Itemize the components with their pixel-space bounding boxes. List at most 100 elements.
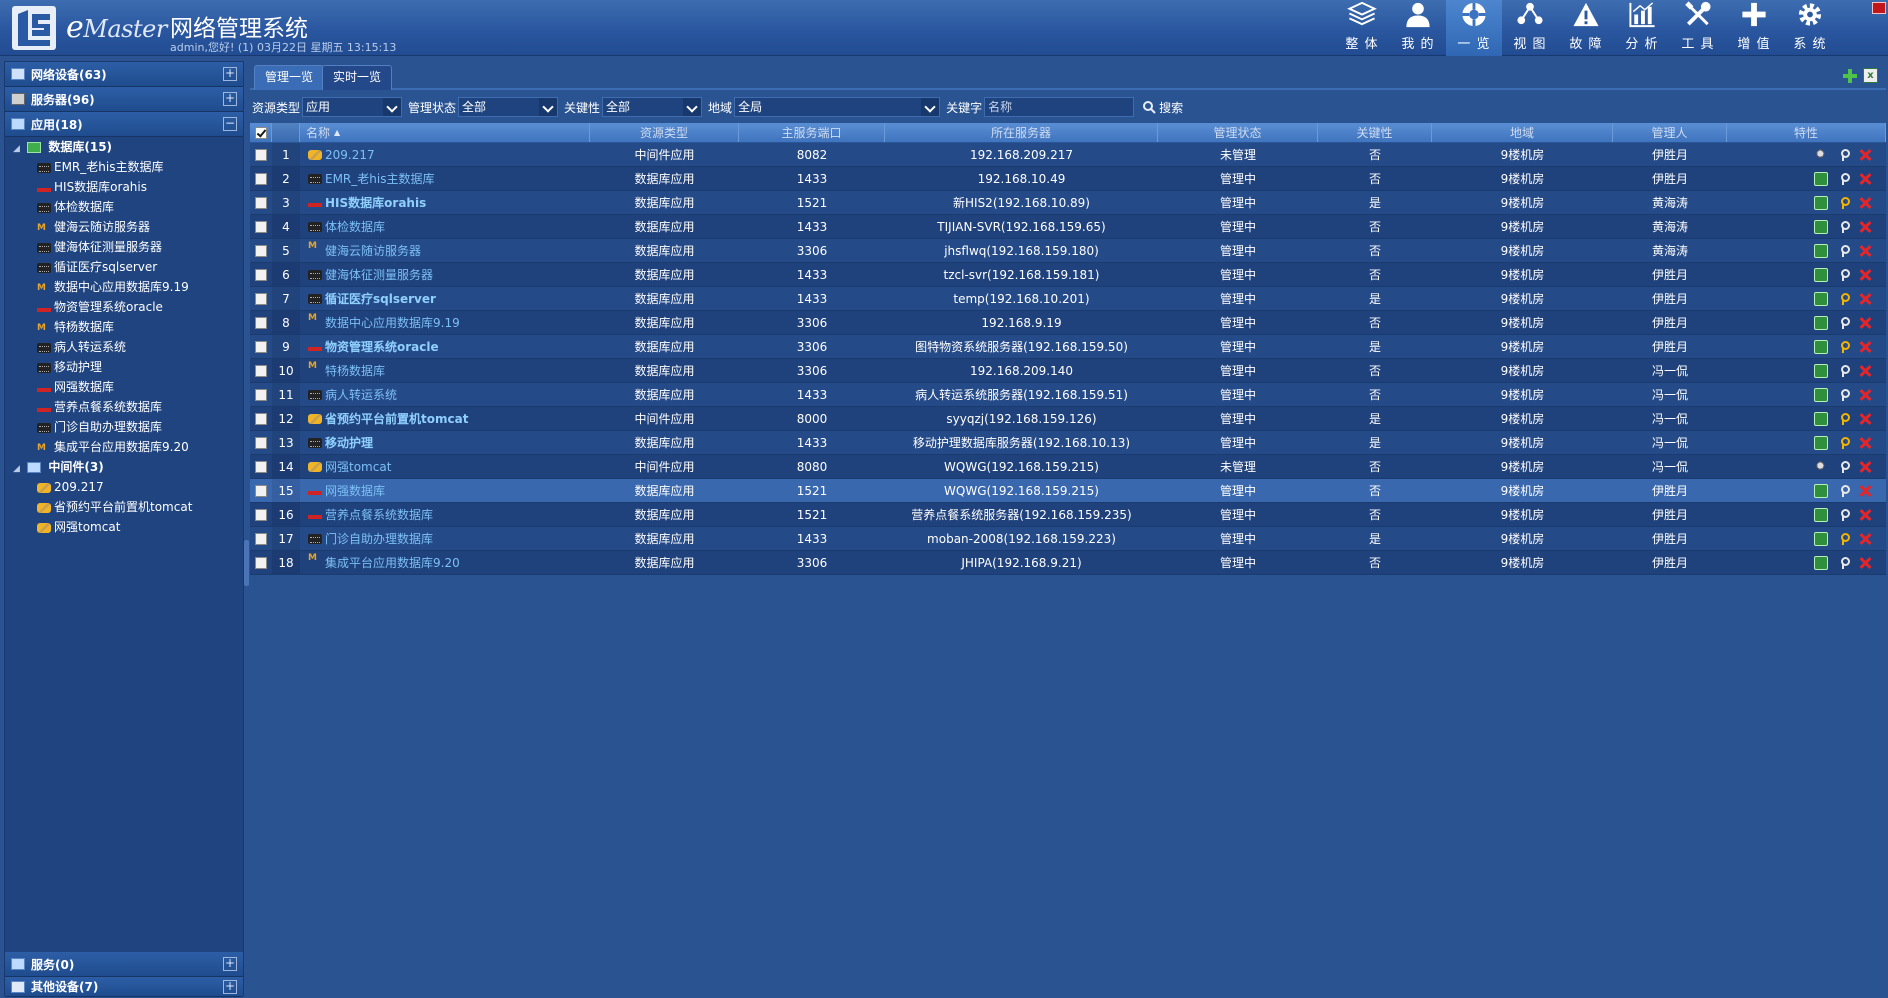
tree-item[interactable]: 健海体征测量服务器	[5, 237, 243, 257]
table-row[interactable]: 18 集成平台应用数据库9.20 数据库应用 3306 JHIPA(192.168.9.…	[250, 551, 1886, 575]
tree-item[interactable]: HIS数据库orahis	[5, 177, 243, 197]
keyword-input[interactable]	[984, 97, 1135, 117]
delete-icon[interactable]	[1858, 292, 1872, 306]
tree-item[interactable]: 移动护理	[5, 357, 243, 377]
export-excel-icon[interactable]: x	[1863, 68, 1878, 83]
monitor-on-icon[interactable]	[1814, 387, 1828, 402]
resource-name-link[interactable]: 循证医疗sqlserver	[325, 290, 436, 307]
row-checkbox[interactable]	[255, 532, 267, 545]
nav-overview-button[interactable]: 一 览	[1446, 0, 1502, 56]
resource-name-link[interactable]: 集成平台应用数据库9.20	[325, 554, 460, 571]
nav-fault-button[interactable]: 故 障	[1558, 0, 1614, 56]
resource-name-link[interactable]: 网强数据库	[325, 482, 385, 499]
delete-icon[interactable]	[1858, 268, 1872, 282]
resource-name-link[interactable]: 网强tomcat	[325, 458, 391, 475]
resource-name-link[interactable]: 物资管理系统oracle	[325, 338, 439, 355]
delete-icon[interactable]	[1858, 172, 1872, 186]
resource-name-link[interactable]: 健海云随访服务器	[325, 242, 421, 259]
resource-name-link[interactable]: 特杨数据库	[325, 362, 385, 379]
monitor-on-icon[interactable]	[1814, 243, 1828, 258]
tree-item[interactable]: 营养点餐系统数据库	[5, 397, 243, 417]
expand-icon[interactable]: +	[223, 92, 237, 106]
row-checkbox[interactable]	[255, 364, 267, 377]
add-icon[interactable]	[1842, 68, 1858, 84]
row-checkbox[interactable]	[255, 412, 267, 425]
tree-item[interactable]: 门诊自助办理数据库	[5, 417, 243, 437]
row-checkbox[interactable]	[255, 244, 267, 257]
key-icon[interactable]	[1836, 148, 1850, 162]
monitor-on-icon[interactable]	[1814, 483, 1828, 498]
monitor-off-icon[interactable]	[1814, 459, 1828, 474]
table-row[interactable]: 15 网强数据库 数据库应用 1521 WQWG(192.168.159.215) 管理中…	[250, 479, 1886, 503]
resource-name-link[interactable]: HIS数据库orahis	[325, 194, 426, 211]
table-row[interactable]: 17 门诊自助办理数据库 数据库应用 1433 moban-2008(192.168.1…	[250, 527, 1886, 551]
key-icon[interactable]	[1836, 436, 1850, 450]
select-all-checkbox[interactable]	[254, 126, 267, 139]
key-icon[interactable]	[1836, 268, 1850, 282]
key-icon[interactable]	[1836, 340, 1850, 354]
key-icon[interactable]	[1836, 484, 1850, 498]
tree-item[interactable]: 数据中心应用数据库9.19	[5, 277, 243, 298]
table-row[interactable]: 4 体检数据库 数据库应用 1433 TIJIAN-SVR(192.168.159.65…	[250, 215, 1886, 239]
key-icon[interactable]	[1836, 196, 1850, 210]
alarm-indicator-icon[interactable]	[1872, 2, 1886, 14]
delete-icon[interactable]	[1858, 388, 1872, 402]
table-row[interactable]: 5 健海云随访服务器 数据库应用 3306 jhsflwq(192.168.159.18…	[250, 239, 1886, 263]
header-mgmt[interactable]: 管理状态	[1158, 123, 1318, 142]
delete-icon[interactable]	[1858, 532, 1872, 546]
resource-name-link[interactable]: 门诊自助办理数据库	[325, 530, 433, 547]
monitor-on-icon[interactable]	[1814, 267, 1828, 282]
delete-icon[interactable]	[1858, 148, 1872, 162]
delete-icon[interactable]	[1858, 484, 1872, 498]
tree-item[interactable]: 体检数据库	[5, 197, 243, 217]
tree-item[interactable]: 循证医疗sqlserver	[5, 257, 243, 277]
row-checkbox[interactable]	[255, 460, 267, 473]
header-type[interactable]: 资源类型	[590, 123, 739, 142]
tree-item[interactable]: 省预约平台前置机tomcat	[5, 497, 243, 517]
criticality-select[interactable]: 全部	[602, 97, 703, 117]
nav-overall-button[interactable]: 整 体	[1334, 0, 1390, 56]
table-row[interactable]: 14 网强tomcat 中间件应用 8080 WQWG(192.168.159.215)…	[250, 455, 1886, 479]
delete-icon[interactable]	[1858, 244, 1872, 258]
tree-item[interactable]: 物资管理系统oracle	[5, 297, 243, 317]
tree-item[interactable]: 集成平台应用数据库9.20	[5, 437, 243, 458]
tab-management-overview[interactable]: 管理一览	[254, 65, 325, 90]
resource-name-link[interactable]: 省预约平台前置机tomcat	[325, 410, 468, 427]
table-row[interactable]: 9 物资管理系统oracle 数据库应用 3306 图特物资系统服务器(192.168.…	[250, 335, 1886, 359]
table-row[interactable]: 2 EMR_老his主数据库 数据库应用 1433 192.168.10.49 管理中 否 9…	[250, 167, 1886, 191]
nav-view-button[interactable]: 视 图	[1502, 0, 1558, 56]
header-name[interactable]: 名称 ▲	[300, 123, 590, 142]
monitor-on-icon[interactable]	[1814, 363, 1828, 378]
row-checkbox[interactable]	[255, 340, 267, 353]
expand-icon[interactable]: +	[223, 980, 237, 994]
tree-toggle-icon[interactable]: ◢	[13, 459, 23, 479]
monitor-on-icon[interactable]	[1814, 219, 1828, 234]
monitor-on-icon[interactable]	[1814, 435, 1828, 450]
sidebar-splitter[interactable]	[244, 540, 249, 586]
table-row[interactable]: 16 营养点餐系统数据库 数据库应用 1521 营养点餐系统服务器(192.168.15…	[250, 503, 1886, 527]
key-icon[interactable]	[1836, 316, 1850, 330]
table-row[interactable]: 12 省预约平台前置机tomcat 中间件应用 8000 syyqzj(192.168.…	[250, 407, 1886, 431]
delete-icon[interactable]	[1858, 508, 1872, 522]
sidebar-section-services[interactable]: 服务(0) +	[5, 952, 243, 977]
sidebar-section-apps[interactable]: 应用(18) −	[5, 112, 243, 137]
table-row[interactable]: 11 病人转运系统 数据库应用 1433 病人转运系统服务器(192.168.159.5…	[250, 383, 1886, 407]
key-icon[interactable]	[1836, 412, 1850, 426]
table-row[interactable]: 13 移动护理 数据库应用 1433 移动护理数据库服务器(192.168.10.13)…	[250, 431, 1886, 455]
monitor-on-icon[interactable]	[1814, 531, 1828, 546]
key-icon[interactable]	[1836, 460, 1850, 474]
resource-name-link[interactable]: 209.217	[325, 148, 375, 162]
delete-icon[interactable]	[1858, 340, 1872, 354]
expand-icon[interactable]: +	[223, 957, 237, 971]
key-icon[interactable]	[1836, 556, 1850, 570]
row-checkbox[interactable]	[255, 388, 267, 401]
monitor-on-icon[interactable]	[1814, 171, 1828, 186]
row-checkbox[interactable]	[255, 436, 267, 449]
header-server[interactable]: 所在服务器	[885, 123, 1158, 142]
key-icon[interactable]	[1836, 244, 1850, 258]
sidebar-section-network[interactable]: 网络设备(63) +	[5, 62, 243, 87]
row-checkbox[interactable]	[255, 484, 267, 497]
resource-name-link[interactable]: 健海体征测量服务器	[325, 266, 433, 283]
nav-tools-button[interactable]: 工 具	[1670, 0, 1726, 56]
delete-icon[interactable]	[1858, 220, 1872, 234]
